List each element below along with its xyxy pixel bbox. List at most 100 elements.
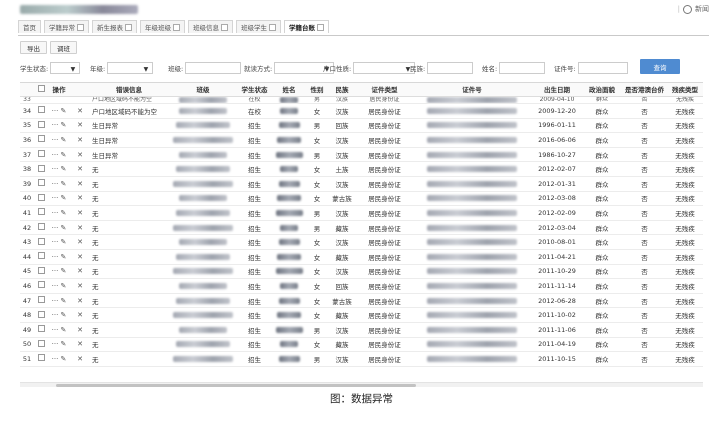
table-row[interactable]: 41 ··· ✎ ✕ 无 招生 男汉族 居民身份证 2012-02-09 群众否无残疾 [20,205,703,221]
pencil-icon[interactable]: ✎ [60,282,66,290]
tab-2[interactable]: 新生报表 [92,20,137,33]
tab-close-icon[interactable] [221,23,228,31]
row-checkbox[interactable] [37,310,45,318]
tab-close-icon[interactable] [269,23,276,31]
close-icon[interactable]: ✕ [77,121,83,129]
tab-6[interactable]: 学籍台账 [284,20,329,33]
row-checkbox[interactable] [37,150,45,158]
ethnicity-input[interactable] [427,62,474,74]
more-dots-icon[interactable]: ··· [52,311,59,319]
more-dots-icon[interactable]: ··· [52,136,59,144]
adjust-class-button[interactable]: 调班 [50,41,77,54]
more-dots-icon[interactable]: ··· [52,224,59,232]
table-row[interactable]: 39 ··· ✎ ✕ 无 招生 女汉族 居民身份证 2012-01-31 群众否无残疾 [20,176,703,192]
pencil-icon[interactable]: ✎ [60,209,66,217]
tab-4[interactable]: 班级信息 [188,20,233,33]
close-icon[interactable]: ✕ [77,224,83,232]
tab-close-icon[interactable] [125,23,132,31]
pencil-icon[interactable]: ✎ [60,297,66,305]
row-checkbox[interactable] [37,223,45,231]
close-icon[interactable]: ✕ [77,355,83,363]
row-checkbox[interactable] [37,339,45,347]
pencil-icon[interactable]: ✎ [60,180,66,188]
export-button[interactable]: 导出 [20,41,47,54]
table-row[interactable]: 37 ··· ✎ ✕ 生日异常 招生 男汉族 居民身份证 1986-10-27 群众否无残疾 [20,147,703,163]
close-icon[interactable]: ✕ [77,194,83,202]
row-checkbox[interactable] [37,164,45,172]
class-input[interactable] [185,62,242,74]
table-row[interactable]: 49 ··· ✎ ✕ 无 招生 男汉族 居民身份证 2011-11-06 群众否无残疾 [20,322,703,338]
close-icon[interactable]: ✕ [77,209,83,217]
tab-1[interactable]: 学籍异常 [44,20,89,33]
name-input[interactable] [499,62,546,74]
pencil-icon[interactable]: ✎ [60,355,66,363]
close-icon[interactable]: ✕ [77,165,83,173]
more-dots-icon[interactable]: ··· [52,355,59,363]
row-checkbox[interactable] [37,135,45,143]
table-row[interactable]: 51 ··· ✎ ✕ 无 招生 男汉族 居民身份证 2011-10-15 群众否无残疾 [20,351,703,367]
top-right-label[interactable]: 新闻 [695,4,709,14]
table-row[interactable]: 47 ··· ✎ ✕ 无 招生 女蒙古族 居民身份证 2012-06-28 群众否无残疾 [20,293,703,309]
row-checkbox[interactable] [37,106,45,114]
row-checkbox[interactable] [37,120,45,128]
table-row[interactable]: 38 ··· ✎ ✕ 无 招生 女土族 居民身份证 2012-02-07 群众否无残疾 [20,161,703,177]
table-row[interactable]: 42 ··· ✎ ✕ 无 招生 男藏族 居民身份证 2012-03-04 群众否无残疾 [20,220,703,236]
more-dots-icon[interactable]: ··· [52,151,59,159]
close-icon[interactable]: ✕ [77,136,83,144]
close-icon[interactable]: ✕ [77,297,83,305]
row-checkbox[interactable] [37,252,45,260]
row-checkbox[interactable] [37,354,45,362]
close-icon[interactable]: ✕ [77,151,83,159]
close-icon[interactable]: ✕ [77,282,83,290]
table-row[interactable]: 45 ··· ✎ ✕ 无 招生 女汉族 居民身份证 2011-10-29 群众否无残疾 [20,264,703,280]
pencil-icon[interactable]: ✎ [60,253,66,261]
tab-close-icon[interactable] [173,23,180,31]
more-dots-icon[interactable]: ··· [52,238,59,246]
close-icon[interactable]: ✕ [77,267,83,275]
tab-3[interactable]: 年级班级 [140,20,185,33]
table-row[interactable]: 46 ··· ✎ ✕ 无 招生 女回族 居民身份证 2011-11-14 群众否无残疾 [20,278,703,294]
more-dots-icon[interactable]: ··· [52,267,59,275]
tab-close-icon[interactable] [77,23,84,31]
select-all-checkbox[interactable] [37,84,45,92]
close-icon[interactable]: ✕ [77,326,83,334]
more-dots-icon[interactable]: ··· [52,194,59,202]
table-row[interactable]: 48 ··· ✎ ✕ 无 招生 女藏族 居民身份证 2011-10-02 群众否无残疾 [20,307,703,323]
pencil-icon[interactable]: ✎ [60,224,66,232]
table-row[interactable]: 40 ··· ✎ ✕ 无 招生 女蒙古族 居民身份证 2012-03-08 群众否无残疾 [20,191,703,207]
pencil-icon[interactable]: ✎ [60,165,66,173]
pencil-icon[interactable]: ✎ [60,151,66,159]
table-row[interactable]: 36 ··· ✎ ✕ 生日异常 招生 女汉族 居民身份证 2016-06-06 群众否无残疾 [20,132,703,148]
more-dots-icon[interactable]: ··· [52,297,59,305]
row-checkbox[interactable] [37,208,45,216]
pencil-icon[interactable]: ✎ [60,267,66,275]
close-icon[interactable]: ✕ [77,238,83,246]
row-checkbox[interactable] [37,193,45,201]
table-row[interactable]: 33 户口地区域码不能为空 在校 男汉族 居民身份证 2009-04-10 群众否无残疾 [20,96,703,104]
tab-close-icon[interactable] [317,23,324,31]
table-row[interactable]: 35 ··· ✎ ✕ 生日异常 招生 男回族 居民身份证 1996-01-11 群众否无残疾 [20,118,703,134]
close-icon[interactable]: ✕ [77,340,83,348]
table-row[interactable]: 43 ··· ✎ ✕ 无 招生 女汉族 居民身份证 2010-08-01 群众否无残疾 [20,234,703,250]
user-icon[interactable] [683,4,692,14]
pencil-icon[interactable]: ✎ [60,326,66,334]
pencil-icon[interactable]: ✎ [60,311,66,319]
row-checkbox[interactable] [37,325,45,333]
student-status-select[interactable]: ▼ [50,62,81,74]
query-button[interactable]: 查询 [640,59,680,74]
row-checkbox[interactable] [37,266,45,274]
close-icon[interactable]: ✕ [77,311,83,319]
pencil-icon[interactable]: ✎ [60,107,66,115]
row-checkbox[interactable] [37,237,45,245]
close-icon[interactable]: ✕ [77,107,83,115]
more-dots-icon[interactable]: ··· [52,253,59,261]
tab-0[interactable]: 首页 [18,20,41,33]
more-dots-icon[interactable]: ··· [52,209,59,217]
scrollbar-thumb[interactable] [56,384,416,387]
pencil-icon[interactable]: ✎ [60,194,66,202]
row-checkbox[interactable] [37,281,45,289]
table-row[interactable]: 44 ··· ✎ ✕ 无 招生 女藏族 居民身份证 2011-04-21 群众否无残疾 [20,249,703,265]
more-dots-icon[interactable]: ··· [52,326,59,334]
pencil-icon[interactable]: ✎ [60,136,66,144]
row-checkbox[interactable] [37,296,45,304]
